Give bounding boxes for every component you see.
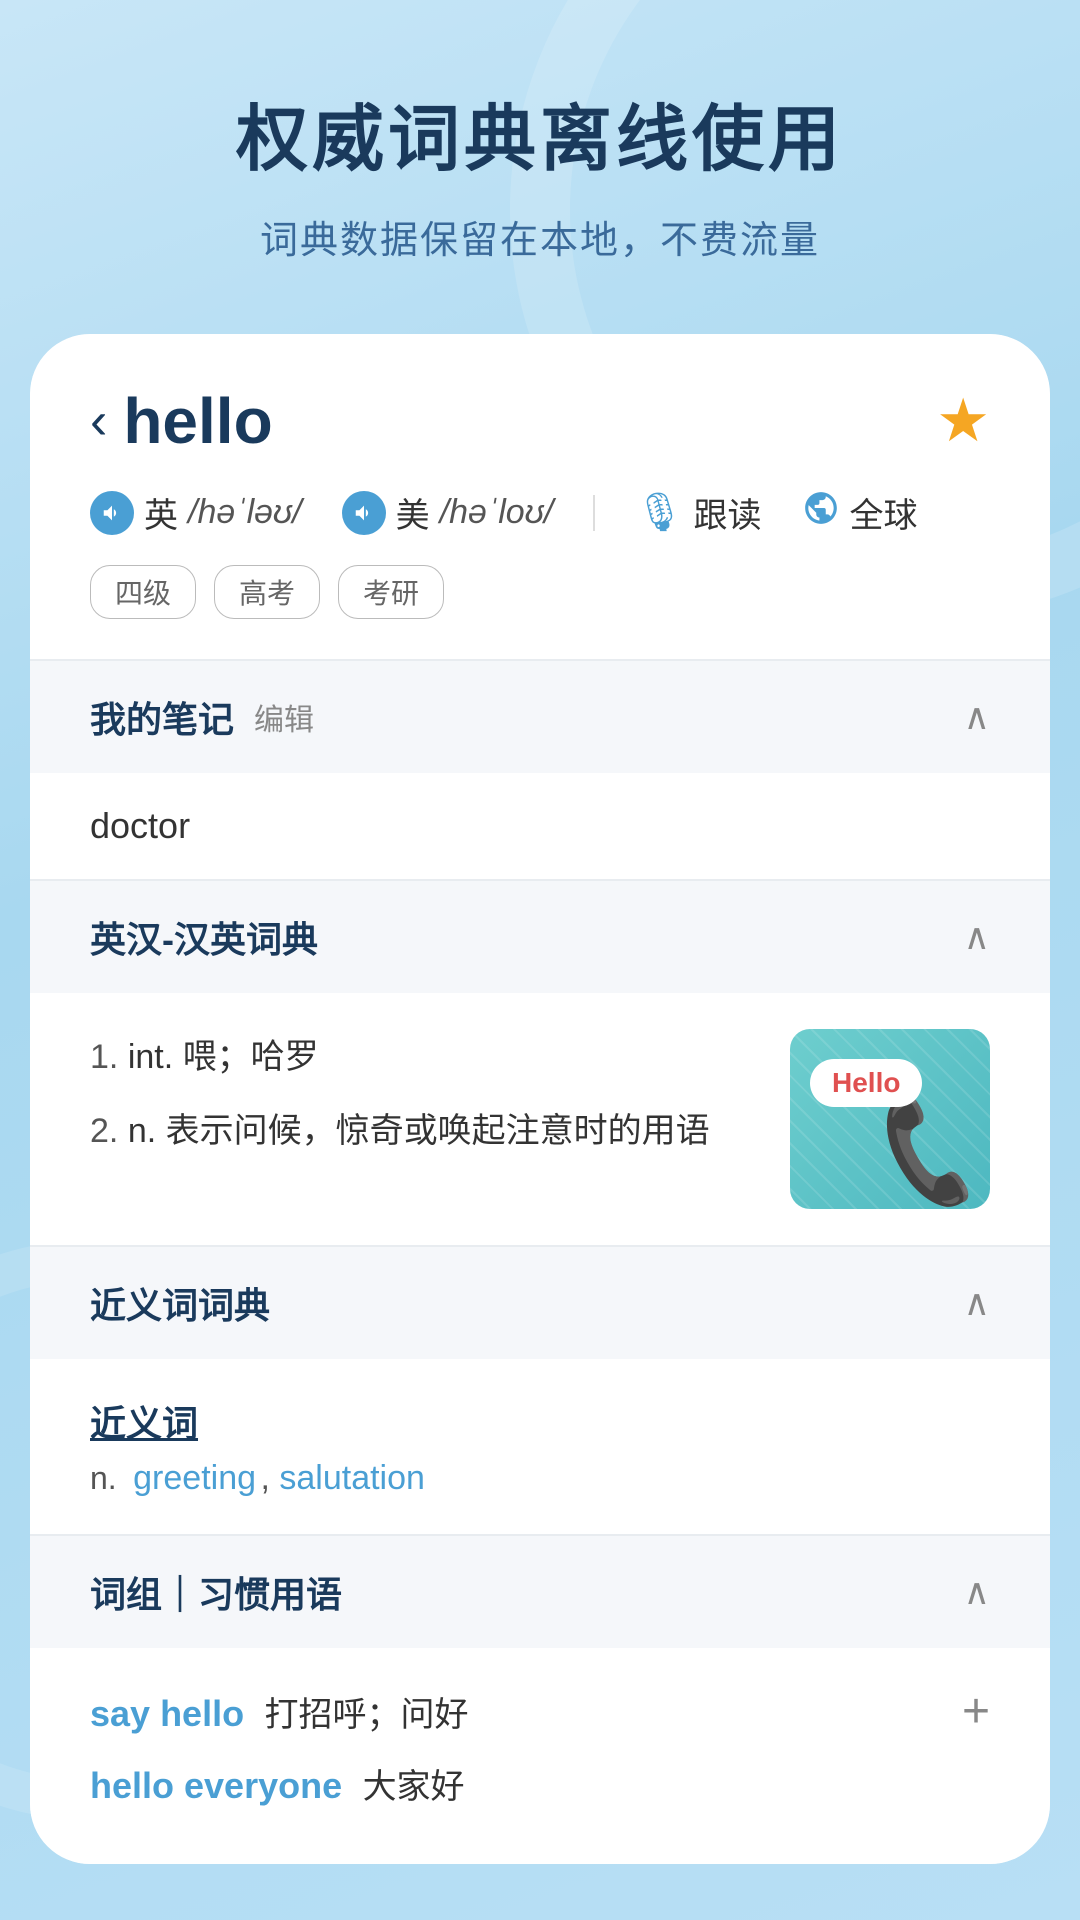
follow-read-button[interactable]: 🎙 跟读 [635,488,761,537]
dict-entry-2: 2. n. 表示问候，惊奇或唤起注意时的用语 [90,1103,770,1161]
phrase-item-2: hello everyone 大家好 [90,1759,990,1808]
entry-pos-1: int. [128,1038,183,1076]
british-phonetic-button[interactable]: 英 /həˈləʊ/ [90,488,302,537]
phrase-text-2: hello everyone 大家好 [90,1759,465,1808]
american-ipa: /həˈloʊ/ [440,493,554,532]
back-button[interactable]: ‹ [90,395,107,447]
mic-icon: 🎙 [635,491,683,535]
synonym-entries: n. greeting , salutation [90,1459,990,1498]
notes-content: doctor [30,773,1050,879]
follow-read-label: 跟读 [694,488,762,537]
synonym-links: greeting , salutation [133,1476,425,1493]
phrase-text-1: say hello 打招呼；问好 [90,1687,469,1736]
entry-pos-2: n. [128,1112,166,1150]
entry-num-2: 2. [90,1112,128,1150]
global-icon [802,489,840,536]
notes-section-header[interactable]: 我的笔记 编辑 ∧ [30,661,1050,773]
tag-cet4: 四级 [90,565,196,619]
synonym-link-greeting[interactable]: greeting [133,1459,256,1497]
synonyms-section-header[interactable]: 近义词词典 ∧ [30,1247,1050,1359]
dict-text: 1. int. 喂；哈罗 2. n. 表示问候，惊奇或唤起注意时的用语 [90,1029,770,1177]
american-phonetic-button[interactable]: 美 /həˈloʊ/ [342,488,554,537]
entry-def-2: 表示问候，惊奇或唤起注意时的用语 [166,1112,710,1150]
phrase-add-button-1[interactable]: + [962,1684,990,1739]
phonetic-divider [593,495,595,531]
american-label: 美 [396,488,430,537]
british-ipa: /həˈləʊ/ [188,493,302,532]
word-display: hello [123,384,272,458]
phrases-section-header[interactable]: 词组｜习惯用语 ∧ [30,1536,1050,1648]
dictionary-chevron-icon: ∧ [964,916,990,958]
global-button[interactable]: 全球 [802,488,918,537]
word-title-row: ‹ hello ★ [90,384,990,458]
american-speaker-icon [342,491,386,535]
phrases-title: 词组｜习惯用语 [90,1566,342,1618]
synonym-subtitle: 近义词 [90,1395,990,1447]
phrase-chinese-2: 大家好 [363,1768,465,1806]
word-header: ‹ hello ★ 英 /həˈləʊ/ [30,334,1050,659]
note-text: doctor [90,805,190,846]
phrase-item-1: say hello 打招呼；问好 + [90,1684,990,1739]
dictionary-content: 1. int. 喂；哈罗 2. n. 表示问候，惊奇或唤起注意时的用语 Hell… [30,993,1050,1245]
notes-chevron-icon: ∧ [964,696,990,738]
global-label: 全球 [850,488,918,537]
dictionary-section-header[interactable]: 英汉-汉英词典 ∧ [30,881,1050,993]
synonym-pos-label: n. [90,1460,117,1496]
main-card: ‹ hello ★ 英 /həˈləʊ/ [30,334,1050,1864]
synonym-link-salutation[interactable]: salutation [279,1459,425,1497]
header-title: 权威词典离线使用 [60,80,1020,185]
notes-edit-button[interactable]: 编辑 [254,695,314,739]
entry-def-1: 喂；哈罗 [183,1038,319,1076]
notes-title: 我的笔记 [90,691,234,743]
header-subtitle: 词典数据保留在本地，不费流量 [60,209,1020,264]
tag-gaokao: 高考 [214,565,320,619]
phrase-english-1[interactable]: say hello [90,1693,244,1734]
phrase-english-2[interactable]: hello everyone [90,1765,342,1806]
favorite-star-button[interactable]: ★ [936,386,990,456]
synonyms-chevron-icon: ∧ [964,1282,990,1324]
phrase-chinese-1: 打招呼；问好 [265,1696,469,1734]
word-nav: ‹ hello [90,384,273,458]
phonetic-row: 英 /həˈləʊ/ 美 /həˈloʊ/ 🎙 跟读 [90,488,990,537]
dictionary-image: Hello 📞 [790,1029,990,1209]
dictionary-title: 英汉-汉英词典 [90,911,318,963]
header-section: 权威词典离线使用 词典数据保留在本地，不费流量 [0,0,1080,304]
synonyms-title: 近义词词典 [90,1277,270,1329]
hello-bubble: Hello [810,1059,922,1107]
synonym-comma: , [260,1459,279,1497]
notes-title-row: 我的笔记 编辑 [90,691,314,743]
phrases-content: say hello 打招呼；问好 + hello everyone 大家好 [30,1648,1050,1864]
dict-entries: 1. int. 喂；哈罗 2. n. 表示问候，惊奇或唤起注意时的用语 Hell… [90,1029,990,1209]
british-label: 英 [144,488,178,537]
entry-num-1: 1. [90,1038,128,1076]
synonyms-content: 近义词 n. greeting , salutation [30,1359,1050,1534]
dict-entry-1: 1. int. 喂；哈罗 [90,1029,770,1087]
phrases-chevron-icon: ∧ [964,1571,990,1613]
tags-row: 四级 高考 考研 [90,565,990,619]
british-speaker-icon [90,491,134,535]
tag-postgrad: 考研 [338,565,444,619]
